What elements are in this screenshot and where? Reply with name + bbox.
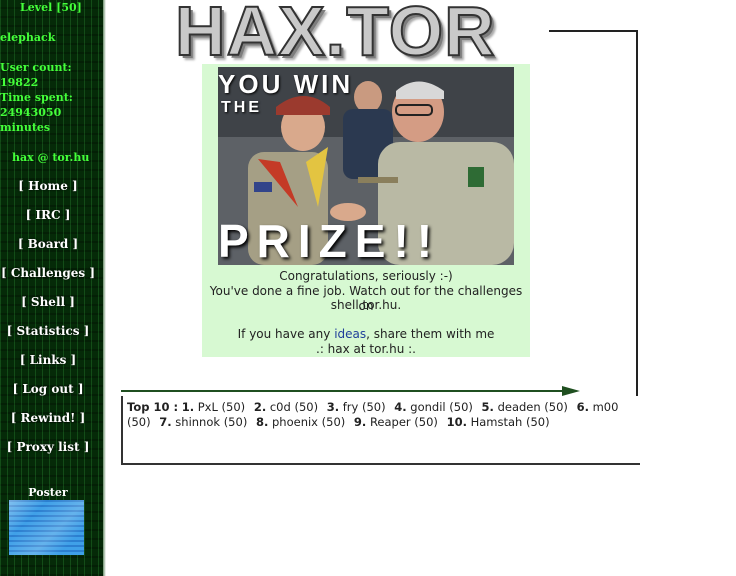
top10-entry: 1. PxL (50) — [181, 400, 246, 414]
top10-label: Top 10 : — [127, 400, 179, 414]
top10-entry: 5. deaden (50) — [481, 400, 568, 414]
sidebar: Level [50] elephack User count: 19822 Ti… — [0, 0, 103, 576]
prize-image-caption-the: THE — [221, 99, 262, 116]
nav-board[interactable]: [ Board ] — [0, 237, 96, 251]
ideas-suffix: , share them with me — [366, 327, 495, 341]
prize-image-caption-bottom: PRIZE!! — [218, 215, 441, 265]
ideas-prefix: If you have any — [237, 327, 335, 341]
nav-shell[interactable]: [ Shell ] — [0, 295, 96, 309]
level-indicator: Level [50] — [20, 1, 82, 14]
username: elephack — [0, 31, 56, 44]
nav-statistics[interactable]: [ Statistics ] — [0, 324, 96, 338]
frame-top-line — [549, 30, 638, 32]
time-spent-value: 24943050 — [0, 106, 62, 119]
poster-image[interactable] — [9, 500, 84, 555]
top10-list: Top 10 : 1. PxL (50) 2. c0d (50) 3. fry … — [127, 400, 633, 430]
contact-email: hax @ tor.hu — [12, 151, 90, 164]
ideas-line: If you have any ideas, share them with m… — [202, 327, 530, 342]
nav-home[interactable]: [ Home ] — [0, 179, 96, 193]
top10-entry: 9. Reaper (50) — [353, 415, 438, 429]
prize-image-caption-top: YOU WIN — [218, 69, 354, 99]
congrats-line: Congratulations, seriously :-) — [279, 269, 453, 283]
top10-entry: 2. c0d (50) — [253, 400, 319, 414]
sidebar-edge — [103, 0, 106, 576]
top10-entry: 3. fry (50) — [326, 400, 386, 414]
top10-entry: 10. Hamstah (50) — [446, 415, 550, 429]
nav-challenges[interactable]: [ Challenges ] — [0, 266, 96, 280]
contact-line: .: hax at tor.hu :. — [316, 342, 416, 356]
time-spent-label: Time spent: — [0, 91, 73, 104]
time-spent-unit: minutes — [0, 121, 51, 134]
poster-label: Poster — [28, 486, 68, 499]
site-logo: HAX.TOR — [174, 0, 496, 70]
nav-log-out[interactable]: [ Log out ] — [0, 382, 96, 396]
user-count-label: User count: — [0, 61, 72, 74]
top10-entry: 4. gondil (50) — [394, 400, 473, 414]
nav-rewind[interactable]: [ Rewind! ] — [0, 411, 96, 425]
arrow-right-icon — [562, 386, 580, 396]
nav-irc[interactable]: [ IRC ] — [0, 208, 96, 222]
prize-image: YOU WIN THE PRIZE!! — [218, 67, 514, 265]
shell-domain: shell.tor.hu. — [330, 298, 402, 312]
top10-arrow-line — [121, 390, 569, 392]
nav-proxy-list[interactable]: [ Proxy list ] — [0, 440, 96, 454]
user-count-value: 19822 — [0, 76, 39, 89]
nav-links[interactable]: [ Links ] — [0, 353, 96, 367]
ideas-link[interactable]: ideas — [334, 327, 366, 341]
top10-entry: 8. phoenix (50) — [255, 415, 346, 429]
top10-entry: 7. shinnok (50) — [159, 415, 248, 429]
frame-right-line — [636, 30, 638, 396]
